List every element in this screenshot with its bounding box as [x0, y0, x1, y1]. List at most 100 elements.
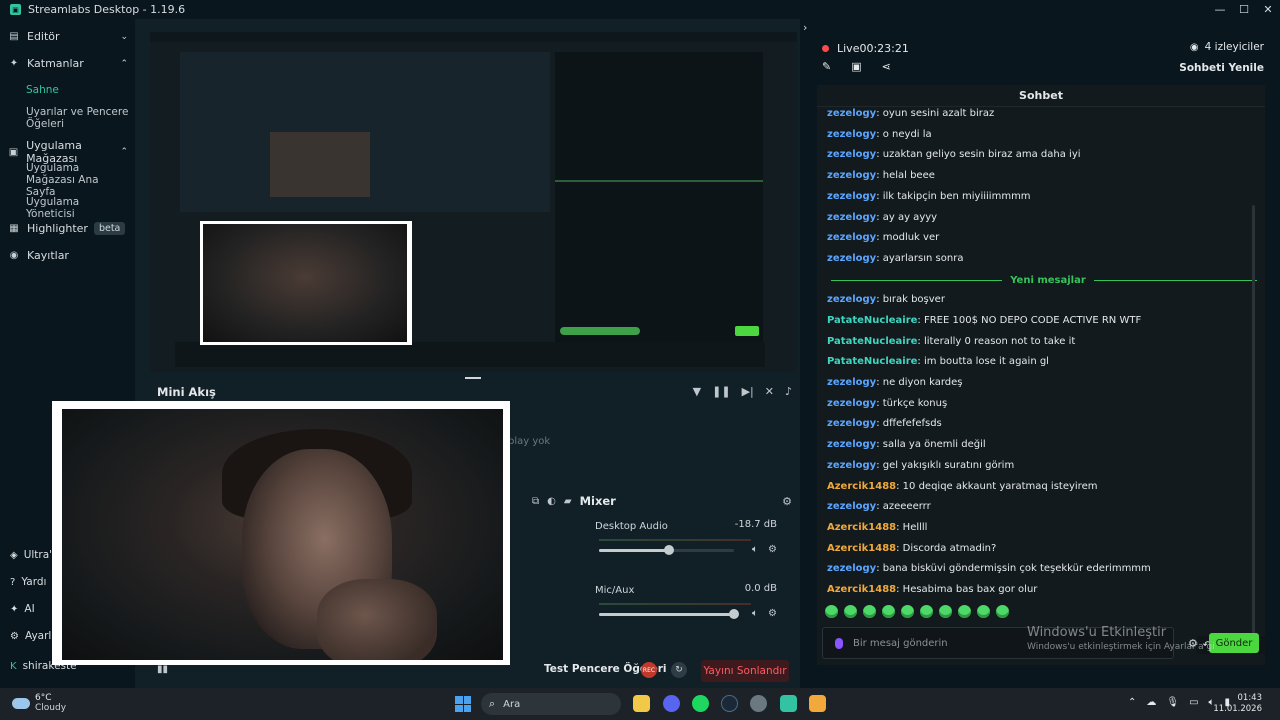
- volume-slider[interactable]: [599, 545, 734, 555]
- emote-icon[interactable]: [901, 605, 914, 618]
- performance-icon[interactable]: ▮▮: [157, 664, 168, 675]
- stream-info-icon[interactable]: ▣: [851, 60, 861, 73]
- nav-layers[interactable]: ✦ Katmanlar ⌃: [8, 57, 128, 70]
- folder-icon[interactable]: ▰: [564, 496, 572, 507]
- chat-username[interactable]: Azercik1488: [827, 481, 896, 492]
- refresh-chat-button[interactable]: Sohbeti Yenile: [1179, 62, 1264, 74]
- emote-icon[interactable]: [977, 605, 990, 618]
- chat-username[interactable]: zezelogy: [827, 501, 876, 512]
- emote-icon[interactable]: [939, 605, 952, 618]
- close-icon[interactable]: ✕: [1256, 0, 1280, 19]
- chat-username[interactable]: zezelogy: [827, 294, 876, 305]
- onedrive-icon[interactable]: ☁: [1146, 697, 1156, 708]
- chat-input[interactable]: [853, 637, 1133, 649]
- pause-icon[interactable]: ❚❚: [712, 385, 730, 398]
- nav-settings[interactable]: ⚙ Ayarla: [10, 630, 58, 642]
- chat-username[interactable]: zezelogy: [827, 563, 876, 574]
- volume-slider-knob[interactable]: [729, 609, 739, 619]
- chat-username[interactable]: zezelogy: [827, 108, 876, 119]
- chat-username[interactable]: zezelogy: [827, 377, 876, 388]
- taskbar-search[interactable]: ⌕ Ara: [481, 693, 621, 715]
- right-panel: › Live 00:23:21 ◉ 4 izleyiciler ✎ ▣ ⋖ So…: [800, 19, 1280, 688]
- weather-widget[interactable]: 6°C Cloudy: [12, 693, 66, 713]
- emote-icon[interactable]: [825, 605, 838, 618]
- taskbar-clock[interactable]: 01:43 11.01.2026: [1213, 693, 1262, 715]
- file-explorer-icon[interactable]: [633, 695, 650, 712]
- chat-username[interactable]: zezelogy: [827, 418, 876, 429]
- chevron-up-icon[interactable]: ⌃: [120, 147, 128, 157]
- volume-icon[interactable]: ♪: [785, 385, 792, 398]
- app-icon[interactable]: [809, 695, 826, 712]
- record-button[interactable]: REC: [641, 662, 657, 678]
- nav-app-manager[interactable]: Uygulama Yöneticisi: [26, 196, 131, 220]
- display-icon[interactable]: ▭: [1189, 697, 1198, 708]
- emote-icon[interactable]: [996, 605, 1009, 618]
- chat-username[interactable]: Azercik1488: [827, 543, 896, 554]
- discord-icon[interactable]: [663, 695, 680, 712]
- replay-buffer-button[interactable]: ↻: [671, 662, 687, 678]
- chat-input-box[interactable]: [822, 627, 1174, 659]
- mixer-gear-icon[interactable]: ⚙: [782, 495, 792, 508]
- nav-alerts-widgets[interactable]: Uyarılar ve Pencere Öğeleri: [26, 106, 131, 130]
- emote-icon[interactable]: [844, 605, 857, 618]
- chat-username[interactable]: Azercik1488: [827, 522, 896, 533]
- microphone-icon[interactable]: [835, 637, 843, 649]
- chat-username[interactable]: PatateNucleaire: [827, 336, 917, 347]
- nav-scene[interactable]: Sahne: [26, 84, 131, 96]
- chat-scrollbar[interactable]: [1252, 205, 1255, 635]
- chat-settings-gear-icon[interactable]: ⚙: [1188, 637, 1198, 650]
- chat-text: : FREE 100$ NO DEPO CODE ACTIVE RN WTF: [917, 315, 1142, 326]
- emote-icon[interactable]: [863, 605, 876, 618]
- chat-username[interactable]: zezelogy: [827, 398, 876, 409]
- chat-username[interactable]: zezelogy: [827, 212, 876, 223]
- settings-app-icon[interactable]: [750, 695, 767, 712]
- share-icon[interactable]: ⋖: [882, 60, 891, 73]
- speaker-icon[interactable]: 🔈︎: [752, 544, 758, 555]
- nav-app-store-home[interactable]: Uygulama Mağazası Ana Sayfa: [26, 162, 131, 198]
- emote-icon[interactable]: [882, 605, 895, 618]
- volume-slider-knob[interactable]: [664, 545, 674, 555]
- chevron-up-icon[interactable]: ⌃: [1128, 697, 1136, 708]
- chat-username[interactable]: Azercik1488: [827, 584, 896, 595]
- nav-help[interactable]: ? Yardı: [10, 576, 46, 588]
- skip-icon[interactable]: ▶|: [742, 385, 754, 398]
- chat-username[interactable]: PatateNucleaire: [827, 356, 917, 367]
- windows-start-icon[interactable]: [455, 696, 471, 712]
- volume-slider[interactable]: [599, 609, 739, 619]
- chevron-down-icon[interactable]: ⌄: [120, 32, 128, 42]
- emote-icon[interactable]: [920, 605, 933, 618]
- streamlabs-app-icon[interactable]: [780, 695, 797, 712]
- end-stream-button[interactable]: Yayını Sonlandır: [701, 660, 789, 682]
- chevron-right-icon[interactable]: ›: [803, 21, 807, 34]
- speaker-icon[interactable]: 🔈︎: [752, 608, 758, 619]
- chat-username[interactable]: zezelogy: [827, 460, 876, 471]
- chat-username[interactable]: zezelogy: [827, 170, 876, 181]
- emote-icon[interactable]: [958, 605, 971, 618]
- mic-tray-icon[interactable]: 🎙︎: [1166, 697, 1179, 708]
- chat-username[interactable]: zezelogy: [827, 129, 876, 140]
- send-button[interactable]: Gönder: [1209, 633, 1259, 653]
- chat-username[interactable]: zezelogy: [827, 253, 876, 264]
- minimize-icon[interactable]: —: [1208, 0, 1232, 19]
- gear-icon[interactable]: ⚙: [768, 608, 777, 619]
- nav-recordings[interactable]: ◉ Kayıtlar: [8, 249, 69, 262]
- chat-username[interactable]: zezelogy: [827, 439, 876, 450]
- maximize-icon[interactable]: ☐: [1232, 0, 1256, 19]
- webcam-overlay[interactable]: [52, 401, 510, 665]
- edit-icon[interactable]: ✎: [822, 60, 831, 73]
- filter-icon[interactable]: ▼: [693, 385, 701, 398]
- gear-icon[interactable]: ⚙: [768, 544, 777, 555]
- nav-highlighter[interactable]: ▦ Highlighter beta: [8, 222, 126, 235]
- spotify-icon[interactable]: [692, 695, 709, 712]
- chat-username[interactable]: zezelogy: [827, 149, 876, 160]
- scene-icon[interactable]: ⧉: [532, 496, 539, 507]
- chat-username[interactable]: zezelogy: [827, 191, 876, 202]
- audio-settings-icon[interactable]: ◐: [547, 496, 556, 507]
- chat-username[interactable]: zezelogy: [827, 232, 876, 243]
- chat-username[interactable]: PatateNucleaire: [827, 315, 917, 326]
- steam-icon[interactable]: [721, 695, 738, 712]
- chevron-up-icon[interactable]: ⌃: [120, 59, 128, 69]
- nav-ai[interactable]: ✦ AI: [10, 603, 35, 615]
- mute-alerts-icon[interactable]: ✕: [765, 385, 774, 398]
- nav-editor[interactable]: ▤ Editör ⌄: [8, 30, 128, 43]
